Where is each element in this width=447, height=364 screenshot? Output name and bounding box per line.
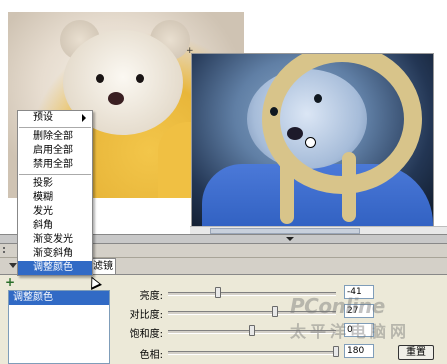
hue-value[interactable]: 180 [344, 344, 374, 358]
menu-item-label: 渐变斜角 [33, 248, 73, 259]
filter-list-item[interactable]: 调整颜色 [9, 291, 109, 305]
menu-item-label: 删除全部 [33, 131, 73, 142]
filter-list[interactable]: 调整颜色 [8, 290, 110, 364]
saturation-slider-thumb[interactable] [249, 325, 255, 336]
bear-eye [96, 74, 104, 83]
watermark-brand: PConline [290, 294, 385, 318]
menu-item[interactable]: 预设 [18, 111, 92, 125]
menu-item-label: 渐变发光 [33, 234, 73, 245]
collapse-arrow-icon[interactable] [286, 237, 294, 241]
menu-item[interactable]: 启用全部 [18, 144, 92, 158]
context-menu: 预设删除全部启用全部禁用全部投影模糊发光斜角渐变发光渐变斜角调整颜色 [17, 110, 93, 276]
watermark: PConline 太平洋电脑网 [290, 294, 410, 342]
menu-item[interactable]: 渐变斜角 [18, 247, 92, 261]
menu-item-label: 投影 [33, 178, 53, 189]
menu-item[interactable]: 删除全部 [18, 130, 92, 144]
menu-item[interactable]: 投影 [18, 177, 92, 191]
brightness-label: 亮度: [139, 291, 163, 302]
bear-nose [287, 127, 303, 140]
bear-eye [270, 107, 278, 116]
menu-item[interactable]: 模糊 [18, 191, 92, 205]
menu-item-label: 发光 [33, 206, 53, 217]
menu-separator [19, 174, 91, 175]
menu-item-label: 调整颜色 [33, 262, 73, 273]
saturation-label: 饱和度: [129, 329, 163, 340]
menu-item-label: 模糊 [33, 192, 53, 203]
hood-string [342, 152, 356, 222]
tab-filters[interactable]: 滤镜 [90, 258, 116, 274]
transform-point-icon[interactable] [305, 137, 316, 148]
menu-separator [19, 127, 91, 128]
menu-item[interactable]: 禁用全部 [18, 158, 92, 172]
menu-item[interactable]: 发光 [18, 205, 92, 219]
hue-slider[interactable] [168, 351, 336, 355]
menu-item-label: 启用全部 [33, 145, 73, 156]
menu-item-label: 预设 [33, 112, 53, 123]
menu-item[interactable]: 调整颜色 [18, 261, 92, 275]
bear-eye [314, 94, 322, 103]
menu-item[interactable]: 渐变发光 [18, 233, 92, 247]
menu-item-label: 斜角 [33, 220, 53, 231]
reset-button[interactable]: 重置 [398, 345, 434, 360]
bear-eye [136, 74, 144, 83]
submenu-arrow-icon [82, 114, 86, 122]
watermark-cn: 太平洋电脑网 [290, 322, 411, 341]
hood-string [280, 154, 294, 224]
hue-label: 色相: [139, 350, 163, 361]
bear-nose [108, 92, 124, 105]
gripper-icon[interactable] [3, 247, 11, 253]
expand-triangle-icon[interactable] [9, 263, 17, 268]
contrast-label: 对比度: [129, 310, 163, 321]
add-filter-button[interactable]: + [5, 276, 16, 288]
hue-slider-thumb[interactable] [333, 346, 339, 357]
menu-item[interactable]: 斜角 [18, 219, 92, 233]
brightness-slider-thumb[interactable] [214, 287, 221, 298]
contrast-slider-thumb[interactable] [271, 306, 278, 317]
menu-item-label: 禁用全部 [33, 159, 73, 170]
